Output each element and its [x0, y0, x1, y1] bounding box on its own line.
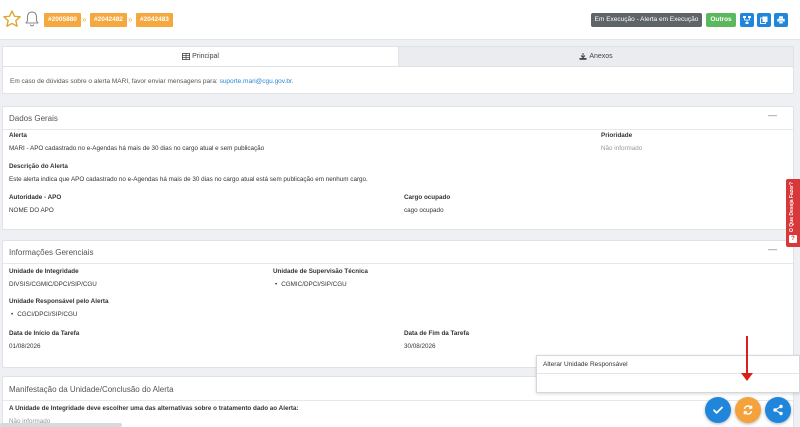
fim-label: Data de Fim da Tarefa	[404, 330, 469, 337]
descricao-value: Este alerta indica que APO cadastrado no…	[9, 176, 368, 183]
flow-button[interactable]	[740, 13, 754, 27]
confirm-button[interactable]	[705, 397, 731, 423]
print-icon	[777, 16, 785, 24]
tab-anexos-label: Anexos	[589, 53, 613, 60]
chevron-right-icon: »	[82, 15, 87, 24]
tab-principal-label: Principal	[192, 53, 219, 60]
side-tab-label: O Que Deseja Fazer?	[789, 181, 795, 232]
download-icon	[579, 52, 587, 60]
popup-label: Alterar Unidade Responsável	[543, 361, 628, 368]
responsavel-value: CGCI/DPCI/SIP/CGU	[11, 311, 77, 318]
copy-icon	[760, 16, 768, 24]
alerta-value: MARI - APO cadastrado no e-Agendas há ma…	[9, 145, 265, 152]
breadcrumb-item-1[interactable]: #2005880	[44, 13, 81, 27]
annotation-arrow-head	[741, 373, 753, 381]
outros-button[interactable]: Outros	[706, 13, 736, 27]
bell-icon[interactable]	[24, 10, 40, 28]
copy-button[interactable]	[757, 13, 771, 27]
exchange-icon	[743, 405, 753, 415]
manifestacao-title: Manifestação da Unidade/Conclusão do Ale…	[9, 385, 174, 394]
autoridade-label: Autoridade - APO	[9, 194, 62, 201]
alerta-label: Alerta	[9, 132, 27, 139]
prioridade-value: Não informado	[601, 145, 643, 152]
change-unit-button[interactable]	[735, 397, 761, 423]
info-message: Em caso de dúvidas sobre o alerta MARI, …	[10, 78, 294, 85]
support-email-link[interactable]: suporte.mari@cgu.gov.br.	[220, 78, 294, 85]
divider	[3, 263, 793, 264]
divider	[3, 400, 793, 401]
informacoes-title: Informações Gerenciais	[9, 248, 94, 257]
supervisao-value: CGMIC/DPCI/SIP/CGU	[275, 281, 346, 288]
collapse-icon[interactable]: —	[768, 244, 777, 254]
tab-bar: Principal Anexos	[2, 46, 794, 67]
breadcrumb-item-3[interactable]: #2042483	[136, 13, 173, 27]
supervisao-label: Unidade de Supervisão Técnica	[273, 268, 368, 275]
share-button[interactable]	[765, 397, 791, 423]
divider	[3, 129, 793, 130]
responsavel-label: Unidade Responsável pelo Alerta	[9, 298, 109, 305]
fim-value: 30/08/2026	[404, 343, 436, 350]
status-badge: Em Execução - Alerta em Execução	[591, 13, 702, 27]
tab-anexos[interactable]: Anexos	[398, 47, 793, 66]
horizontal-scrollbar[interactable]	[0, 423, 122, 427]
info-text: Em caso de dúvidas sobre o alerta MARI, …	[10, 78, 218, 85]
prioridade-label: Prioridade	[601, 132, 633, 139]
manifestacao-question: A Unidade de Integridade deve escolher u…	[9, 405, 299, 412]
side-help-tab[interactable]: O Que Deseja Fazer? ?	[786, 179, 800, 247]
cargo-value: cago ocupado	[404, 207, 444, 214]
chevron-right-icon: »	[128, 15, 133, 24]
annotation-arrow	[746, 336, 748, 374]
print-button[interactable]	[774, 13, 788, 27]
cargo-label: Cargo ocupado	[404, 194, 451, 201]
integridade-label: Unidade de Integridade	[9, 268, 79, 275]
integridade-value: DIVSIS/CGMIC/DPCI/SIP/CGU	[9, 281, 97, 288]
dados-gerais-card: Dados Gerais — Alerta MARI - APO cadastr…	[2, 106, 794, 230]
autoridade-value: NOME DO APO	[9, 207, 54, 214]
collapse-icon[interactable]: —	[768, 110, 777, 120]
question-icon: ?	[789, 235, 797, 243]
inicio-label: Data de Início da Tarefa	[9, 330, 80, 337]
inicio-value: 01/08/2026	[9, 343, 41, 350]
tab-principal[interactable]: Principal	[3, 47, 398, 66]
tooltip-popup: Alterar Unidade Responsável	[536, 355, 800, 393]
table-icon	[182, 52, 191, 60]
sitemap-icon	[743, 16, 751, 24]
info-card: Em caso de dúvidas sobre o alerta MARI, …	[2, 67, 794, 94]
check-icon	[713, 406, 723, 414]
breadcrumb-item-2[interactable]: #2042482	[90, 13, 127, 27]
dados-gerais-title: Dados Gerais	[9, 114, 58, 123]
informacoes-gerenciais-card: Informações Gerenciais — Unidade de Inte…	[2, 240, 794, 368]
top-bar: #2005880 » #2042482 » #2042483 Em Execuç…	[0, 0, 800, 40]
divider	[537, 373, 799, 374]
share-icon	[773, 404, 783, 416]
descricao-label: Descrição do Alerta	[9, 163, 68, 170]
star-icon[interactable]	[2, 9, 22, 29]
